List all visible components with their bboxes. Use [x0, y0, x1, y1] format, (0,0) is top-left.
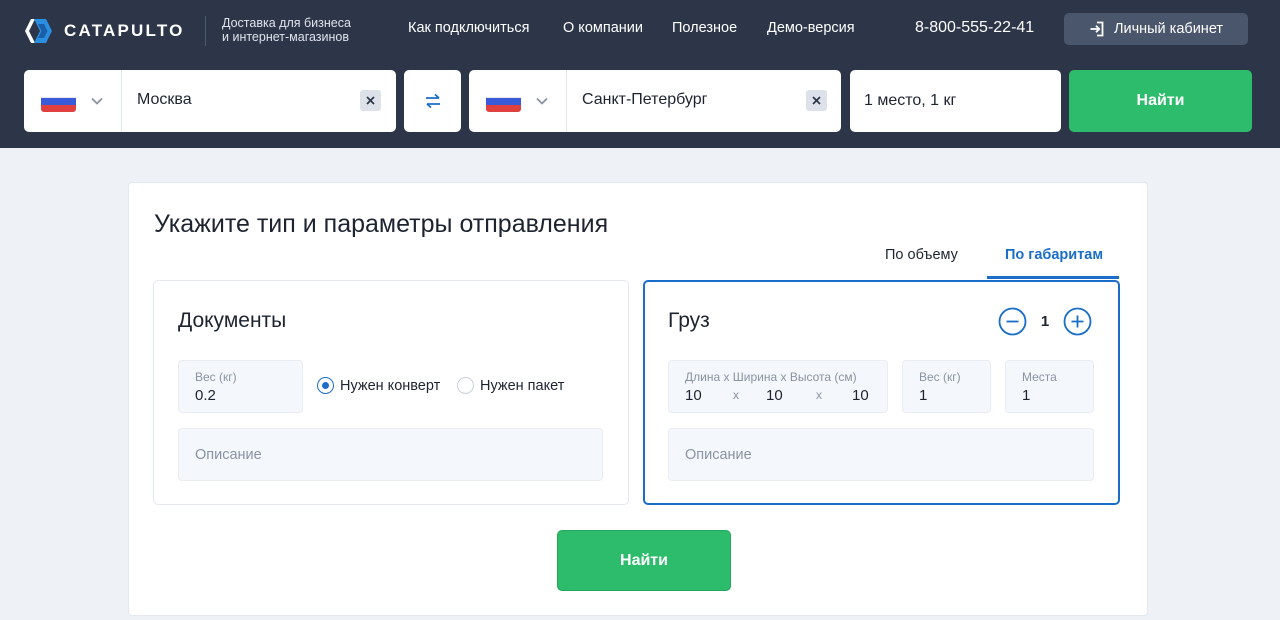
- envelope-radio-label: Нужен конверт: [340, 377, 441, 394]
- cargo-places-value[interactable]: 1: [1022, 387, 1030, 404]
- cargo-title: Груз: [668, 309, 710, 332]
- shipment-find-button[interactable]: Найти: [557, 530, 731, 591]
- cargo-weight-label: Вес (кг): [919, 370, 961, 384]
- nav-item-about[interactable]: О компании: [563, 20, 643, 36]
- documents-weight-field[interactable]: Вес (кг) 0.2: [178, 360, 303, 413]
- nav-item-demo[interactable]: Демо-версия: [767, 20, 855, 36]
- shipment-card: Укажите тип и параметры отправления По о…: [128, 182, 1148, 616]
- envelope-radio[interactable]: Нужен конверт: [317, 377, 440, 394]
- phone-number[interactable]: 8-800-555-22-41: [915, 19, 1034, 37]
- tab-by-volume[interactable]: По объему: [885, 247, 958, 263]
- radio-unchecked-icon: [457, 377, 474, 394]
- search-find-button[interactable]: Найти: [1069, 70, 1252, 132]
- close-icon: [812, 96, 821, 105]
- to-country-select[interactable]: [469, 70, 567, 132]
- cargo-description-field[interactable]: Описание: [668, 428, 1094, 481]
- cargo-dimensions-label: Длина x Ширина x Высота (см): [685, 370, 857, 384]
- login-icon: [1090, 21, 1104, 37]
- plus-circle-icon[interactable]: [1063, 307, 1092, 336]
- tab-by-dimensions[interactable]: По габаритам: [1005, 247, 1103, 263]
- documents-weight-label: Вес (кг): [195, 370, 237, 384]
- cargo-weight-field[interactable]: Вес (кг) 1: [902, 360, 991, 413]
- from-field: Москва: [24, 70, 396, 132]
- personal-account-label: Личный кабинет: [1113, 21, 1224, 37]
- documents-weight-value[interactable]: 0.2: [195, 387, 216, 404]
- nav-item-how-to-connect[interactable]: Как подключиться: [408, 20, 529, 36]
- cargo-places-label: Места: [1022, 370, 1057, 384]
- to-field: Санкт-Петербург: [469, 70, 841, 132]
- logo-text: CATAPULTO: [64, 21, 185, 40]
- radio-checked-icon: [317, 377, 334, 394]
- tagline: Доставка для бизнеса и интернет-магазино…: [222, 16, 351, 44]
- close-icon: [366, 96, 375, 105]
- from-city-input[interactable]: Москва: [137, 91, 192, 109]
- nav-item-useful[interactable]: Полезное: [672, 20, 737, 36]
- minus-circle-icon[interactable]: [998, 307, 1027, 336]
- cargo-width-input[interactable]: 10: [766, 387, 783, 404]
- logo-divider: [205, 16, 206, 46]
- active-tab-indicator: [987, 276, 1119, 279]
- package-radio-label: Нужен пакет: [480, 377, 565, 394]
- logo[interactable]: CATAPULTO: [22, 16, 185, 46]
- catapulto-logo-icon: [25, 19, 52, 43]
- from-country-select[interactable]: [24, 70, 122, 132]
- chevron-down-icon: [91, 97, 103, 105]
- russia-flag-icon: [486, 90, 521, 112]
- tagline-line-1: Доставка для бизнеса: [222, 16, 351, 30]
- swap-arrows-icon: [425, 93, 440, 109]
- swap-cities-button[interactable]: [404, 70, 461, 132]
- cargo-dimensions-field[interactable]: Длина x Ширина x Высота (см) 10 x 10 x 1…: [668, 360, 888, 413]
- cargo-panel[interactable]: Груз 1 Длина x Ширина x Высота (см) 10 x…: [643, 280, 1120, 505]
- dimension-separator: x: [816, 388, 822, 402]
- tagline-line-2: и интернет-магазинов: [222, 30, 350, 44]
- chevron-down-icon: [536, 97, 548, 105]
- documents-description-placeholder: Описание: [195, 447, 262, 463]
- cargo-quantity-value: 1: [1040, 313, 1050, 330]
- dimension-separator: x: [733, 388, 739, 402]
- package-radio[interactable]: Нужен пакет: [457, 377, 564, 394]
- places-weight-select[interactable]: 1 место, 1 кг: [850, 70, 1061, 132]
- page-title: Укажите тип и параметры отправления: [154, 210, 609, 238]
- cargo-height-input[interactable]: 10: [852, 387, 869, 404]
- to-clear-button[interactable]: [806, 90, 827, 111]
- documents-panel[interactable]: Документы Вес (кг) 0.2 Нужен конверт Нуж…: [153, 280, 629, 505]
- russia-flag-icon: [41, 90, 76, 112]
- documents-description-field[interactable]: Описание: [178, 428, 603, 481]
- cargo-quantity-stepper: 1: [998, 307, 1092, 336]
- from-clear-button[interactable]: [360, 90, 381, 111]
- cargo-weight-value[interactable]: 1: [919, 387, 927, 404]
- documents-title: Документы: [178, 309, 287, 332]
- cargo-description-placeholder: Описание: [685, 447, 752, 463]
- cargo-places-field[interactable]: Места 1: [1005, 360, 1094, 413]
- personal-account-button[interactable]: Личный кабинет: [1064, 13, 1248, 45]
- top-header: CATAPULTO Доставка для бизнеса и интерне…: [0, 0, 1280, 148]
- cargo-length-input[interactable]: 10: [685, 387, 702, 404]
- to-city-input[interactable]: Санкт-Петербург: [582, 91, 707, 109]
